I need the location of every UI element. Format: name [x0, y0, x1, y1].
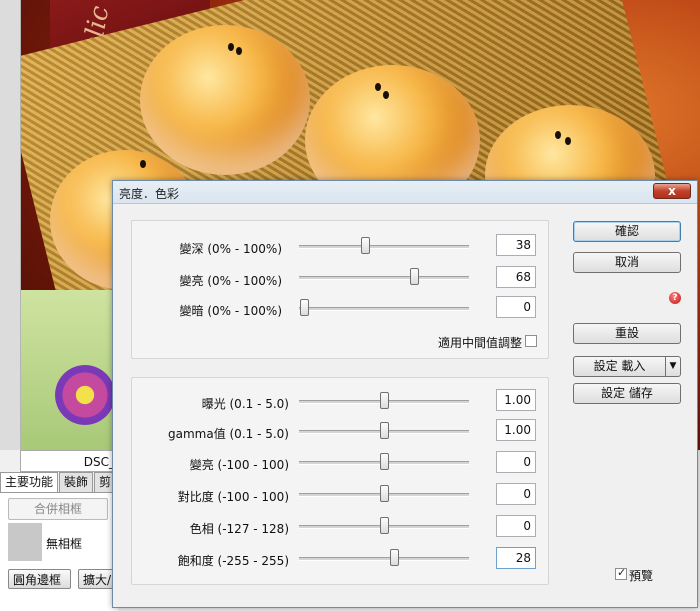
levels-group: 變深 (0% - 100%) 38 變亮 (0% - 100%) 68 變暗 (… [131, 220, 549, 359]
exposure-slider-thumb[interactable] [380, 392, 389, 409]
lighten-value[interactable]: 68 [496, 266, 536, 288]
rounded-border-button[interactable]: 圓角邊框 [8, 569, 71, 589]
adjust-group: 曝光 (0.1 - 5.0) 1.00 gamma值 (0.1 - 5.0) 1… [131, 377, 549, 585]
host-panel: 主要功能 裝飾 剪 合併相框 無相框 圓角邊框 擴大/ [0, 472, 118, 611]
hue-slider-thumb[interactable] [380, 517, 389, 534]
preview-checkbox[interactable] [615, 566, 627, 580]
darken-label: 變深 (0% - 100%) [179, 242, 282, 256]
load-dropdown-arrow-icon[interactable]: ▼ [665, 356, 681, 377]
close-button[interactable]: x [653, 183, 691, 199]
file-name-caption: DSC_ [20, 450, 120, 472]
dialog-titlebar[interactable]: 亮度．色彩 x [113, 181, 697, 204]
gamma-slider-thumb[interactable] [380, 422, 389, 439]
exposure-value[interactable]: 1.00 [496, 389, 536, 411]
gamma-label: gamma值 (0.1 - 5.0) [167, 427, 289, 441]
midtone-checkbox[interactable] [525, 335, 537, 347]
brightness-color-dialog: 亮度．色彩 x 變深 (0% - 100%) 38 變亮 (0% - 100%)… [112, 180, 698, 608]
ok-button[interactable]: 確認 [573, 221, 681, 242]
hue-label: 色相 (-127 - 128) [189, 522, 289, 536]
brightness-label: 變亮 (-100 - 100) [189, 458, 289, 472]
hue-value[interactable]: 0 [496, 515, 536, 537]
tab-main[interactable]: 主要功能 [0, 472, 59, 492]
contrast-label: 對比度 (-100 - 100) [177, 490, 289, 504]
brightness-slider-thumb[interactable] [380, 453, 389, 470]
darken-slider-track[interactable] [299, 245, 469, 249]
load-settings-button[interactable]: 設定 載入 [573, 356, 666, 377]
flower-pattern [50, 360, 120, 430]
save-settings-button[interactable]: 設定 儲存 [573, 383, 681, 404]
dim-slider-track[interactable] [299, 307, 469, 311]
contrast-slider-thumb[interactable] [380, 485, 389, 502]
dim-value[interactable]: 0 [496, 296, 536, 318]
contrast-value[interactable]: 0 [496, 483, 536, 505]
host-tab-body: 合併相框 無相框 圓角邊框 擴大/ [0, 492, 118, 611]
tab-decoration[interactable]: 裝飾 [59, 472, 94, 492]
saturation-slider-thumb[interactable] [390, 549, 399, 566]
lighten-slider-track[interactable] [299, 276, 469, 280]
cancel-button[interactable]: 取消 [573, 252, 681, 273]
saturation-value[interactable]: 28 [496, 547, 536, 569]
saturation-slider-track[interactable] [299, 557, 469, 561]
frame-thumbnail[interactable] [8, 523, 42, 561]
merge-frame-button[interactable]: 合併相框 [8, 498, 108, 520]
left-scroll-edge [0, 0, 21, 450]
midtone-label: 適用中間值調整 [437, 336, 522, 350]
reset-button[interactable]: 重設 [573, 323, 681, 344]
pastry [140, 25, 310, 175]
lighten-slider-thumb[interactable] [410, 268, 419, 285]
frame-label: 無相框 [46, 537, 83, 551]
darken-slider-thumb[interactable] [361, 237, 370, 254]
host-tabs: 主要功能 裝飾 剪 [0, 472, 117, 492]
saturation-label: 飽和度 (-255 - 255) [177, 554, 289, 568]
preview-label: 預覽 [629, 569, 654, 583]
exposure-label: 曝光 (0.1 - 5.0) [201, 397, 289, 411]
gamma-value[interactable]: 1.00 [496, 419, 536, 441]
dim-slider-thumb[interactable] [300, 299, 309, 316]
darken-value[interactable]: 38 [496, 234, 536, 256]
lighten-label: 變亮 (0% - 100%) [179, 274, 282, 288]
help-icon[interactable]: ? [669, 292, 681, 304]
brightness-value[interactable]: 0 [496, 451, 536, 473]
dim-label: 變暗 (0% - 100%) [179, 304, 282, 318]
dialog-title: 亮度．色彩 [119, 187, 180, 201]
